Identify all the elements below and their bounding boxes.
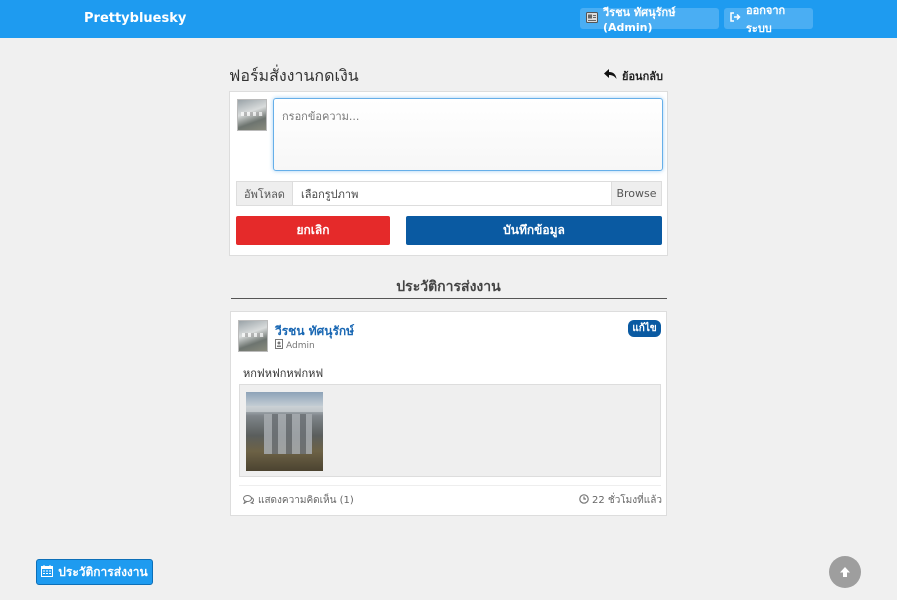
upload-label: อัพโหลด — [237, 182, 293, 205]
post-text: หกฟหฟกหฟกหฟ — [243, 367, 324, 380]
section-divider — [231, 298, 667, 299]
scroll-to-top-button[interactable] — [829, 556, 861, 588]
back-label: ย้อนกลับ — [622, 70, 663, 83]
top-navbar: Prettybluesky วีรชน ทัศนุรักษ์ (Admin) อ… — [0, 0, 897, 38]
history-button-label: ประวัติการส่งงาน — [58, 564, 148, 579]
arrow-up-circle-icon — [839, 563, 851, 582]
card-divider — [239, 485, 661, 486]
comments-icon — [242, 494, 255, 507]
history-post-card: วีรชน ทัศนุรักษ์ Admin แก้ไข หกฟหฟกหฟกหฟ… — [230, 311, 667, 516]
edit-button[interactable]: แก้ไข — [628, 320, 661, 337]
form-title: ฟอร์มสั่งงานกดเงิน — [229, 66, 359, 85]
history-button[interactable]: ประวัติการส่งงาน — [36, 559, 153, 585]
author-role: Admin — [275, 339, 315, 352]
timestamp-label: 22 ชั่วโมงที่แล้ว — [592, 495, 662, 506]
browse-button[interactable]: Browse — [611, 182, 661, 205]
post-timestamp: 22 ชั่วโมงที่แล้ว — [579, 493, 662, 508]
post-image-container — [239, 384, 661, 477]
comments-label: แสดงความคิดเห็น (1) — [258, 495, 354, 506]
comments-link[interactable]: แสดงความคิดเห็น (1) — [242, 493, 354, 508]
file-name-input[interactable]: เลือกรูปภาพ — [293, 182, 611, 205]
brand-logo[interactable]: Prettybluesky — [84, 11, 186, 26]
logout-label: ออกจากระบบ — [746, 3, 786, 35]
save-button[interactable]: บันทึกข้อมูล — [406, 216, 662, 245]
post-image[interactable] — [246, 392, 323, 471]
user-card-icon — [586, 11, 598, 26]
avatar — [237, 99, 267, 131]
avatar — [238, 320, 268, 352]
back-link[interactable]: ย้อนกลับ — [604, 67, 663, 85]
user-menu-label: วีรชน ทัศนุรักษ์ (Admin) — [603, 6, 676, 34]
image-upload-field[interactable]: อัพโหลด เลือกรูปภาพ Browse — [236, 181, 662, 206]
calendar-icon — [41, 564, 54, 580]
role-label: Admin — [286, 340, 315, 351]
user-menu-button[interactable]: วีรชน ทัศนุรักษ์ (Admin) — [580, 6, 719, 34]
id-badge-icon — [275, 339, 283, 352]
post-form-panel: อัพโหลด เลือกรูปภาพ Browse ยกเลิก บันทึก… — [229, 91, 668, 256]
clock-icon — [579, 494, 589, 507]
sign-out-icon — [730, 12, 741, 25]
reply-arrow-icon — [604, 69, 617, 83]
history-section-title: ประวัติการส่งงาน — [396, 279, 501, 295]
message-input[interactable] — [273, 98, 663, 171]
logout-button[interactable]: ออกจากระบบ — [724, 4, 813, 35]
cancel-button[interactable]: ยกเลิก — [236, 216, 390, 245]
